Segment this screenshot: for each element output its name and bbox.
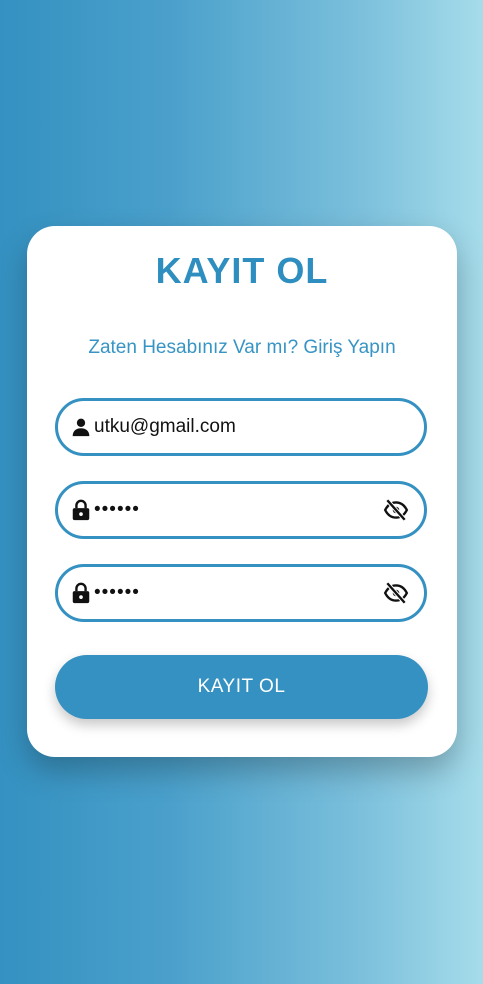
register-button[interactable]: KAYIT OL — [55, 655, 428, 719]
password-field[interactable] — [55, 481, 427, 539]
email-input[interactable] — [94, 401, 410, 453]
lock-icon — [70, 499, 92, 521]
page-title: KAYIT OL — [155, 250, 329, 291]
password-input[interactable] — [94, 484, 382, 536]
login-link[interactable]: Zaten Hesabınız Var mı? Giriş Yapın — [27, 337, 457, 359]
lock-icon — [70, 582, 92, 604]
person-icon — [70, 416, 92, 438]
eye-off-icon[interactable] — [382, 496, 410, 524]
email-field[interactable] — [55, 398, 427, 456]
register-card: KAYIT OL Zaten Hesabınız Var mı? Giriş Y… — [27, 226, 457, 757]
password-confirm-input[interactable] — [94, 567, 382, 619]
eye-off-icon[interactable] — [382, 579, 410, 607]
password-confirm-field[interactable] — [55, 564, 427, 622]
